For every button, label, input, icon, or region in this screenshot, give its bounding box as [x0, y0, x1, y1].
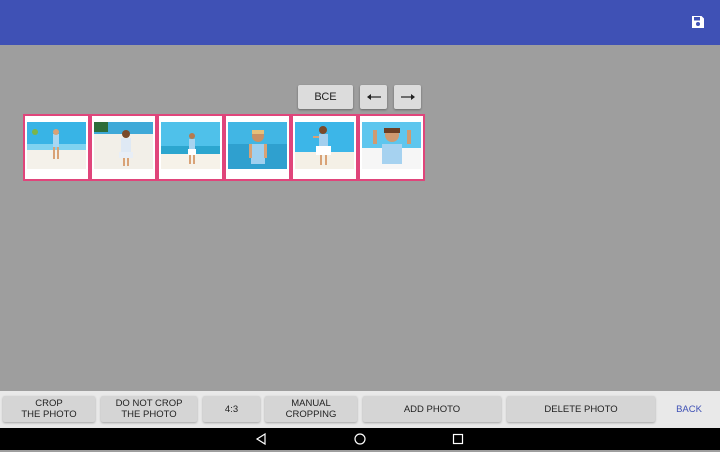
save-icon[interactable]: [688, 12, 708, 32]
photo-thumbnail-image: [295, 122, 354, 169]
photo-thumbnail-image: [27, 122, 86, 169]
back-button[interactable]: BACK: [661, 396, 717, 422]
system-nav-bar: [0, 428, 720, 450]
next-button[interactable]: [394, 85, 421, 109]
photo-thumbnail-image: [161, 122, 220, 169]
aspect-ratio-button[interactable]: 4:3: [203, 396, 260, 422]
nav-home-icon[interactable]: [352, 431, 368, 447]
photo-thumbnail[interactable]: [358, 114, 425, 181]
photo-thumbnail-image: [94, 122, 153, 169]
photo-thumbnail[interactable]: [157, 114, 224, 181]
photo-thumbnail[interactable]: [23, 114, 90, 181]
previous-button[interactable]: [360, 85, 387, 109]
photo-strip: [23, 114, 425, 181]
photo-thumbnail-image: [228, 122, 287, 169]
photo-thumbnail[interactable]: [291, 114, 358, 181]
app-bar: [0, 0, 720, 45]
photo-thumbnail[interactable]: [90, 114, 157, 181]
arrow-right-icon: [400, 94, 415, 100]
crop-photo-button[interactable]: CROP THE PHOTO: [3, 396, 95, 422]
arrow-left-icon: [366, 94, 381, 100]
nav-back-icon[interactable]: [253, 431, 269, 447]
do-not-crop-button[interactable]: DO NOT CROP THE PHOTO: [101, 396, 197, 422]
photo-thumbnail[interactable]: [224, 114, 291, 181]
action-bar: CROP THE PHOTO DO NOT CROP THE PHOTO 4:3…: [0, 391, 720, 428]
nav-recent-icon[interactable]: [450, 431, 466, 447]
photo-thumbnail-image: [362, 122, 421, 169]
all-button[interactable]: ВСЕ: [298, 85, 353, 109]
manual-cropping-button[interactable]: MANUAL CROPPING: [265, 396, 357, 422]
add-photo-button[interactable]: ADD PHOTO: [363, 396, 501, 422]
delete-photo-button[interactable]: DELETE PHOTO: [507, 396, 655, 422]
